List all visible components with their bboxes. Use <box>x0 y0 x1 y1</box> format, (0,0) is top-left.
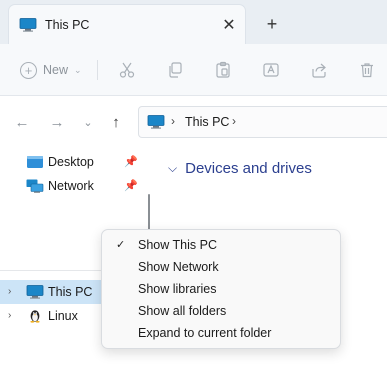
network-icon <box>26 179 44 193</box>
breadcrumb-chevron-icon[interactable]: › <box>171 114 175 128</box>
tab-this-pc[interactable]: This PC ✕ <box>8 4 246 44</box>
plus-circle-icon: + <box>20 61 37 79</box>
new-button-label: New <box>43 63 69 77</box>
sidebar-item-label: Network <box>48 179 94 193</box>
up-arrow-icon[interactable]: ↑ <box>104 110 128 134</box>
group-header-devices-and-drives[interactable]: ⌵ Devices and drives <box>168 160 312 177</box>
delete-icon[interactable] <box>355 58 379 82</box>
menu-item-show-libraries[interactable]: Show libraries <box>106 278 336 300</box>
share-icon[interactable] <box>307 58 331 82</box>
breadcrumb-chevron-icon[interactable]: › <box>232 114 236 128</box>
menu-item-label: Show This PC <box>138 238 217 252</box>
group-title: Devices and drives <box>185 160 312 177</box>
forward-arrow-icon[interactable]: → <box>45 110 69 134</box>
menu-item-show-this-pc[interactable]: ✓ Show This PC <box>106 234 336 256</box>
pin-icon[interactable]: 📌 <box>124 179 138 192</box>
sidebar-item-label: Linux <box>48 309 78 323</box>
menu-item-show-network[interactable]: Show Network <box>106 256 336 278</box>
desktop-folder-icon <box>27 156 43 168</box>
pin-icon[interactable]: 📌 <box>124 155 138 168</box>
toolbar-divider <box>97 60 98 80</box>
sidebar-item-desktop[interactable]: Desktop 📌 <box>0 150 146 174</box>
breadcrumb-this-pc[interactable]: This PC <box>185 115 229 129</box>
command-bar: + New ⌄ <box>0 44 387 96</box>
linux-penguin-icon <box>30 310 40 323</box>
menu-item-expand-to-current-folder[interactable]: Expand to current folder <box>106 322 336 344</box>
sidebar-item-label: Desktop <box>48 155 94 169</box>
menu-item-label: Show Network <box>138 260 219 274</box>
recent-locations-chevron-icon[interactable]: ⌄ <box>76 110 100 134</box>
menu-item-label: Expand to current folder <box>138 326 272 340</box>
computer-icon <box>19 18 37 32</box>
new-button[interactable]: + New ⌄ <box>20 58 82 82</box>
checkmark-icon: ✓ <box>116 239 126 251</box>
computer-icon <box>26 285 44 299</box>
computer-icon <box>147 115 165 129</box>
rename-icon[interactable] <box>259 58 283 82</box>
back-arrow-icon[interactable]: ← <box>10 110 34 134</box>
copy-icon[interactable] <box>163 58 187 82</box>
cut-icon[interactable] <box>115 58 139 82</box>
chevron-down-icon: ⌵ <box>168 161 178 175</box>
paste-icon[interactable] <box>211 58 235 82</box>
tab-title: This PC <box>45 18 90 32</box>
menu-item-label: Show libraries <box>138 282 217 296</box>
plus-icon[interactable]: + <box>260 12 284 36</box>
sidebar-item-label: This PC <box>48 285 93 299</box>
navigation-bar: ← → ⌄ ↑ › This PC › <box>0 96 387 148</box>
navigation-pane-context-menu: ✓ Show This PC Show Network Show librari… <box>101 229 341 349</box>
address-bar[interactable]: › This PC › <box>138 106 387 138</box>
title-bar: This PC ✕ + <box>0 0 387 44</box>
chevron-right-icon[interactable]: › <box>8 286 11 297</box>
chevron-down-icon: ⌄ <box>74 64 82 75</box>
sidebar-item-network[interactable]: Network 📌 <box>0 174 146 198</box>
close-icon[interactable]: ✕ <box>217 13 241 37</box>
chevron-right-icon[interactable]: › <box>8 310 11 321</box>
menu-item-show-all-folders[interactable]: Show all folders <box>106 300 336 322</box>
menu-item-label: Show all folders <box>138 304 227 318</box>
scrollbar-thumb[interactable] <box>148 194 150 234</box>
